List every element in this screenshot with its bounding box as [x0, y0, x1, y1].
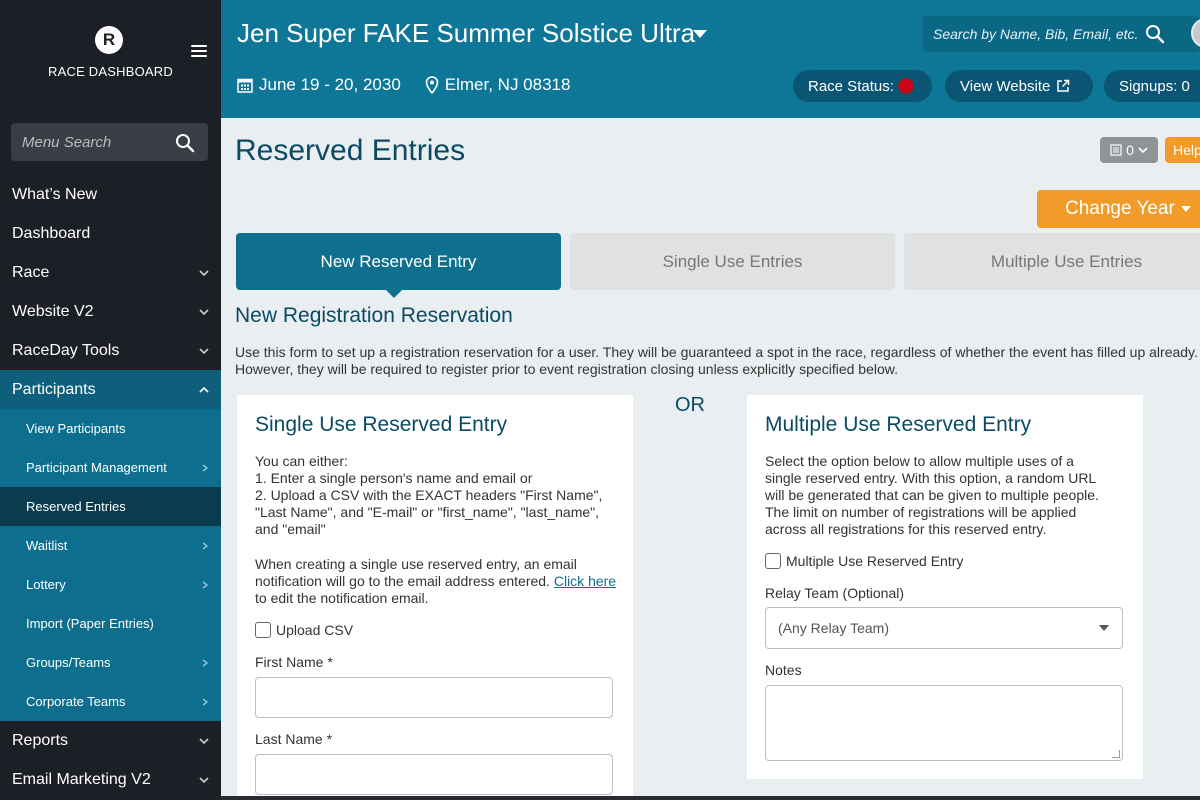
brand-text[interactable]: RACE DASHBOARD [0, 64, 221, 79]
multiple-use-description: Select the option below to allow multipl… [765, 453, 1099, 537]
sidebar-item-raceday-tools[interactable]: RaceDay Tools [0, 331, 221, 370]
chevron-up-icon [199, 386, 209, 393]
list-icon [1110, 144, 1122, 156]
race-status-button[interactable]: Race Status: [793, 70, 932, 102]
chevron-right-icon [202, 697, 209, 706]
main-content: Reserved Entries 0 Help Change Year New … [221, 118, 1200, 800]
resize-handle-icon[interactable] [1112, 750, 1120, 758]
race-location: Elmer, NJ 08318 [444, 75, 571, 94]
sidebar: R RACE DASHBOARD What’s New Dashboard Ra… [0, 0, 221, 800]
search-icon[interactable] [175, 133, 195, 153]
help-button[interactable]: Help [1165, 137, 1200, 163]
sidebar-item-dashboard[interactable]: Dashboard [0, 214, 221, 253]
signups-button[interactable]: Signups: 0 [1104, 70, 1200, 102]
multiple-use-title: Multiple Use Reserved Entry [765, 413, 1032, 436]
chevron-down-icon [199, 269, 209, 276]
menu-search-input[interactable] [11, 123, 171, 161]
chevron-down-icon [199, 308, 209, 315]
chevron-down-icon [1138, 147, 1148, 154]
active-tab-pointer [386, 290, 402, 298]
last-name-label: Last Name * [255, 731, 333, 747]
sidebar-subitem-import-paper-entries[interactable]: Import (Paper Entries) [0, 604, 221, 643]
multiple-use-card: Multiple Use Reserved Entry Select the o… [747, 395, 1143, 779]
chevron-right-icon [202, 658, 209, 667]
intro-text: Use this form to set up a registration r… [235, 344, 1198, 377]
sidebar-item-email-marketing-v2[interactable]: Email Marketing V2 [0, 760, 221, 799]
chevron-right-icon [202, 463, 209, 472]
single-use-title: Single Use Reserved Entry [255, 413, 508, 436]
brand-logo[interactable]: R [95, 26, 123, 54]
sidebar-subitem-lottery[interactable]: Lottery [0, 565, 221, 604]
single-use-card: Single Use Reserved Entry You can either… [237, 395, 633, 800]
chevron-down-icon [199, 737, 209, 744]
sidebar-nav: What’s New Dashboard Race Website V2 Rac… [0, 175, 221, 799]
global-search [923, 16, 1200, 52]
chevron-down-icon [199, 776, 209, 783]
external-link-icon [1057, 79, 1070, 92]
notes-textarea[interactable] [765, 685, 1123, 761]
sidebar-item-race[interactable]: Race [0, 253, 221, 292]
sidebar-subitem-view-participants[interactable]: View Participants [0, 409, 221, 448]
chevron-down-icon [199, 347, 209, 354]
upload-csv-row: Upload CSV [255, 622, 353, 638]
hamburger-menu-icon[interactable] [191, 45, 207, 59]
calendar-icon [237, 78, 253, 93]
map-pin-icon [425, 76, 439, 94]
brand: R RACE DASHBOARD [0, 0, 221, 118]
sidebar-subitem-corporate-teams[interactable]: Corporate Teams [0, 682, 221, 721]
caret-down-icon [1099, 625, 1109, 631]
last-name-field[interactable] [255, 754, 613, 795]
single-use-instructions: You can either: 1. Enter a single person… [255, 453, 603, 537]
tab-single-use-entries[interactable]: Single Use Entries [570, 233, 895, 290]
multiple-use-row: Multiple Use Reserved Entry [765, 553, 963, 569]
or-separator: OR [675, 394, 705, 416]
upload-csv-checkbox[interactable] [255, 622, 271, 638]
status-indicator-icon [897, 78, 914, 94]
counter-dropdown[interactable]: 0 [1100, 137, 1158, 163]
sidebar-item-participants[interactable]: Participants [0, 370, 221, 409]
header: Jen Super FAKE Summer Solstice Ultra Jun… [221, 0, 1200, 118]
participants-submenu: View Participants Participant Management… [0, 409, 221, 721]
sidebar-subitem-groups-teams[interactable]: Groups/Teams [0, 643, 221, 682]
page-title: Reserved Entries [235, 134, 466, 167]
view-website-button[interactable]: View Website [945, 70, 1093, 102]
race-meta: June 19 - 20, 2030 Elmer, NJ 08318 [237, 75, 570, 95]
race-title[interactable]: Jen Super FAKE Summer Solstice Ultra [237, 18, 695, 49]
relay-team-select[interactable]: (Any Relay Team) [765, 607, 1123, 649]
notes-label: Notes [765, 662, 802, 678]
sidebar-item-website-v2[interactable]: Website V2 [0, 292, 221, 331]
chevron-right-icon [202, 541, 209, 550]
single-use-notification-text: When creating a single use reserved entr… [255, 556, 617, 606]
race-dates: June 19 - 20, 2030 [259, 75, 401, 94]
section-title: New Registration Reservation [235, 304, 513, 327]
change-year-button[interactable]: Change Year [1037, 190, 1200, 228]
tab-multiple-use-entries[interactable]: Multiple Use Entries [904, 233, 1200, 290]
first-name-field[interactable] [255, 677, 613, 718]
caret-down-icon [1180, 206, 1191, 212]
edit-notification-link[interactable]: Click here [554, 573, 616, 589]
menu-search [11, 123, 208, 161]
multiple-use-checkbox[interactable] [765, 553, 781, 569]
sidebar-item-whats-new[interactable]: What’s New [0, 175, 221, 214]
tab-new-reserved-entry[interactable]: New Reserved Entry [236, 233, 561, 290]
race-select-caret-icon[interactable] [693, 30, 707, 38]
chevron-right-icon [202, 580, 209, 589]
window-bottom-bar [221, 796, 1200, 800]
sidebar-subitem-reserved-entries[interactable]: Reserved Entries [0, 487, 221, 526]
search-icon[interactable] [1145, 24, 1165, 44]
global-search-input[interactable] [923, 16, 1153, 52]
first-name-label: First Name * [255, 654, 333, 670]
sidebar-item-reports[interactable]: Reports [0, 721, 221, 760]
sidebar-subitem-waitlist[interactable]: Waitlist [0, 526, 221, 565]
relay-team-label: Relay Team (Optional) [765, 585, 905, 601]
sidebar-subitem-participant-management[interactable]: Participant Management [0, 448, 221, 487]
